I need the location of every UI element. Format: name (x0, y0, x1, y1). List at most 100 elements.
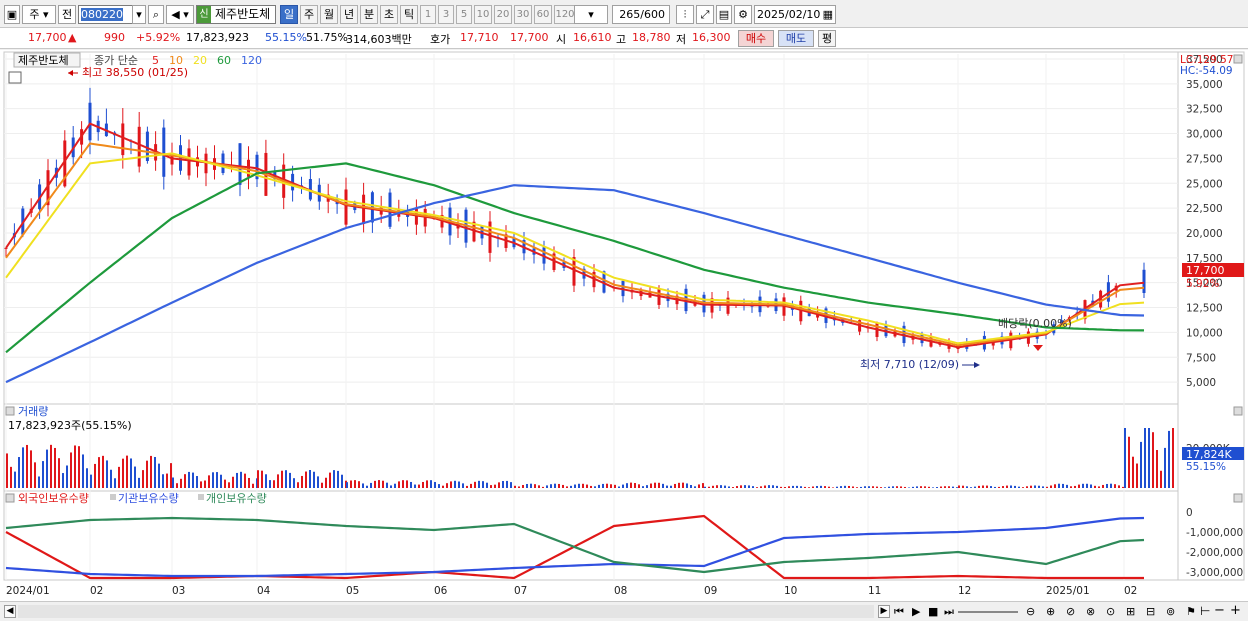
magnify-icon[interactable]: ⊘ (1066, 605, 1075, 618)
volume-bar (281, 470, 283, 488)
period-button-2[interactable]: 월 (320, 5, 338, 24)
code-dropdown-icon[interactable]: ▾ (132, 5, 146, 24)
count-field[interactable]: 265/600 (612, 5, 670, 24)
volume-bar (792, 485, 794, 488)
date-input[interactable]: 2025/02/10 ▦ (754, 5, 836, 24)
bottom-scrollbar[interactable]: ◀ ▶ ⏮ ▶ ■ ⏭ ⊖ ⊕ ⊘ ⊗ ⊙ ⊞ ⊟ ⊚ ⚑ ⊢ − + (0, 601, 1248, 621)
scroll-right-icon[interactable]: ▶ (878, 605, 890, 618)
volume-bar (824, 486, 826, 488)
stop-icon[interactable]: ■ (928, 605, 938, 618)
gear-icon[interactable]: ⚙ (734, 5, 752, 24)
holdings-tick-label: -2,000,000 (1186, 547, 1243, 559)
chart-svg[interactable]: 5,0007,50010,00012,50015,00017,50020,000… (0, 50, 1248, 601)
volume-bar (538, 485, 540, 488)
export-icon[interactable]: ⊞ (1126, 605, 1135, 618)
period-button-4[interactable]: 분 (360, 5, 378, 24)
period-button-3[interactable]: 년 (340, 5, 358, 24)
quote-vol-ratio: 55.15% (265, 31, 307, 44)
high-note: 최고 38,550 (01/25) (82, 66, 188, 79)
interval-button-1[interactable]: 3 (438, 5, 454, 24)
scroll-track[interactable] (18, 605, 874, 618)
chart-area[interactable]: 5,000 7,500 10,000 12,500 15,000 17,500 20,000… (0, 50, 1248, 601)
volume-bar (74, 445, 76, 488)
scroll-left-icon[interactable]: ◀ (4, 605, 16, 618)
price-tick-label: 10,000 (1186, 327, 1223, 339)
low-label: 저 (676, 33, 687, 46)
interval-button-4[interactable]: 20 (494, 5, 512, 24)
candle-body (1142, 269, 1146, 293)
volume-bar (86, 468, 88, 488)
flag-icon[interactable]: ⚑ (1186, 605, 1196, 618)
draw-tool-icon[interactable]: ⤢ (696, 5, 714, 24)
volume-bar (744, 485, 746, 488)
window-menu-icon[interactable]: ▣ (4, 5, 20, 24)
price-tick-label: 12,500 (1186, 303, 1223, 315)
pan-icon[interactable]: ⊢ (1200, 604, 1210, 618)
search-icon[interactable]: ⌕ (148, 5, 164, 24)
volume-bar (333, 470, 335, 488)
volume-bar (482, 481, 484, 488)
sell-button[interactable]: 매도 (778, 30, 814, 47)
holdings-panel-icon[interactable] (5, 493, 15, 503)
volume-bar (166, 473, 168, 488)
period-button-1[interactable]: 주 (300, 5, 318, 24)
volume-bar (772, 485, 774, 488)
interval-button-6[interactable]: 60 (534, 5, 552, 24)
volume-bar (102, 455, 104, 488)
volume-bar (970, 487, 972, 488)
period-button-0[interactable]: 일 (280, 5, 298, 24)
volume-bar (362, 483, 364, 488)
candle-body (121, 123, 125, 156)
volume-bar (1102, 484, 1104, 488)
volume-bar (1014, 485, 1016, 488)
prev-button[interactable]: 전 (58, 5, 76, 24)
volume-bar (22, 447, 24, 488)
speed-slider[interactable] (958, 611, 1018, 613)
holdings-close-icon[interactable] (1233, 493, 1243, 503)
plus-icon[interactable]: + (1230, 603, 1241, 618)
market-select[interactable]: 주 ▾ (22, 5, 56, 24)
fit-icon[interactable]: ⊙ (1106, 605, 1115, 618)
volume-bar (1006, 485, 1008, 488)
volume-bar (462, 483, 464, 488)
interval-dropdown[interactable]: ▾ (574, 5, 608, 24)
lock-icon[interactable]: ⊚ (1166, 605, 1175, 618)
volume-bar (808, 487, 810, 488)
low-note: 최저 7,710 (12/09) (860, 358, 959, 371)
play-icon[interactable]: ▶ (912, 605, 920, 618)
interval-button-0[interactable]: 1 (420, 5, 436, 24)
rewind-icon[interactable]: ⏮ (894, 605, 904, 619)
candle-type-icon[interactable]: ⫶ (676, 5, 694, 24)
interval-button-5[interactable]: 30 (514, 5, 532, 24)
volume-close-icon[interactable] (1233, 406, 1243, 416)
minus-icon[interactable]: − (1214, 603, 1225, 618)
price-close-icon[interactable] (1233, 54, 1243, 64)
speaker-icon[interactable]: ◀ ▾ (166, 5, 194, 24)
candle-body (362, 194, 366, 224)
table-icon[interactable] (8, 71, 22, 84)
buy-button[interactable]: 매수 (738, 30, 774, 47)
extra-button[interactable]: 평 (818, 30, 836, 47)
interval-button-3[interactable]: 10 (474, 5, 492, 24)
x-tick-label: 05 (346, 585, 359, 597)
forward-icon[interactable]: ⏭ (944, 605, 954, 619)
save-icon[interactable]: ▤ (716, 5, 732, 24)
period-button-6[interactable]: 틱 (400, 5, 418, 24)
zoom-out-icon[interactable]: ⊖ (1026, 605, 1035, 618)
zoom-in-icon[interactable]: ⊕ (1046, 605, 1055, 618)
volume-bar (110, 469, 112, 488)
calendar-icon[interactable]: ▦ (823, 6, 833, 23)
volume-bar (594, 486, 596, 488)
interval-button-2[interactable]: 5 (456, 5, 472, 24)
volume-bar (764, 485, 766, 488)
volume-bar (150, 455, 152, 488)
interval-button-7[interactable]: 120 (554, 5, 576, 24)
settings-icon[interactable]: ⊟ (1146, 605, 1155, 618)
price-tick-label: 30,000 (1186, 129, 1223, 141)
reset-icon[interactable]: ⊗ (1086, 605, 1095, 618)
x-tick-label: 10 (784, 585, 797, 597)
volume-bar (622, 484, 624, 488)
volume-panel-icon[interactable] (5, 406, 15, 416)
period-button-5[interactable]: 초 (380, 5, 398, 24)
volume-bar (856, 487, 858, 488)
